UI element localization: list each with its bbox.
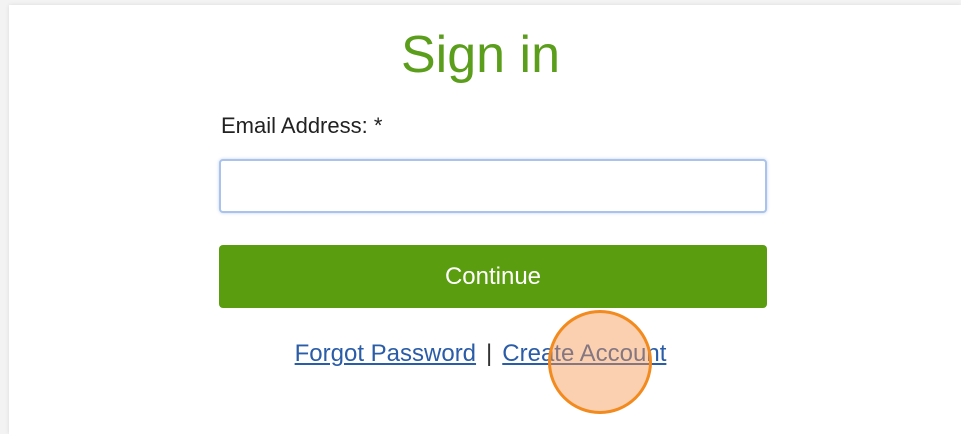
email-label: Email Address: *: [221, 113, 383, 138]
link-separator: |: [486, 340, 493, 367]
forgot-password-link[interactable]: Forgot Password: [295, 340, 476, 367]
continue-button[interactable]: Continue: [219, 245, 767, 308]
page-title: Sign in: [401, 26, 560, 84]
email-field[interactable]: [219, 159, 767, 213]
account-links: Forgot Password | Create Account: [0, 340, 961, 368]
create-account-link[interactable]: Create Account: [502, 340, 666, 367]
